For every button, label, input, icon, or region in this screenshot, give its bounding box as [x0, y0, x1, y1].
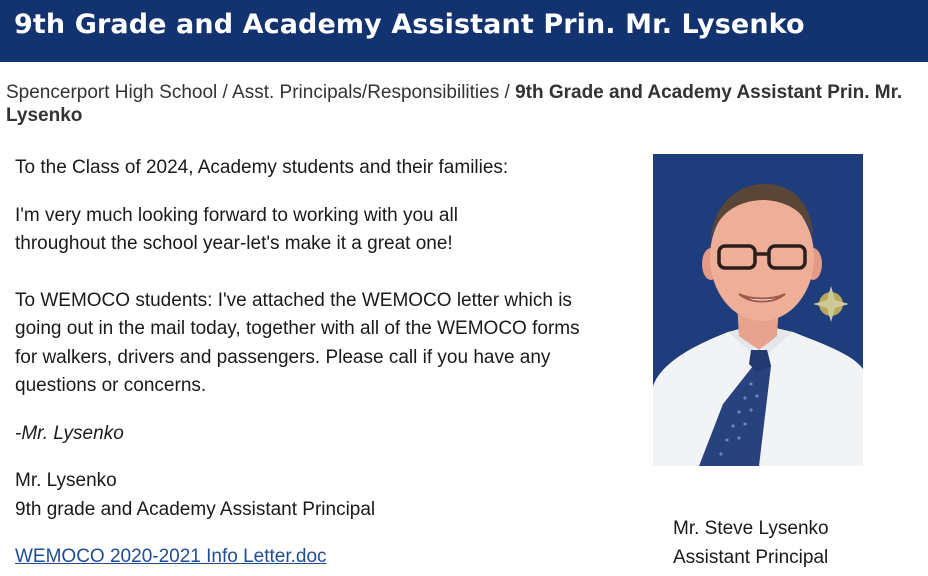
signature-block: Mr. Lysenko 9th grade and Academy Assist… — [15, 467, 615, 524]
page-header: 9th Grade and Academy Assistant Prin. Mr… — [0, 0, 928, 62]
attachment-link[interactable]: WEMOCO 2020-2021 Info Letter.doc — [15, 546, 327, 567]
breadcrumb-separator: / — [499, 82, 516, 103]
signoff-text: -Mr. Lysenko — [15, 422, 124, 444]
breadcrumb: Spencerport High School / Asst. Principa… — [6, 81, 921, 127]
breadcrumb-link-asst-principals[interactable]: Asst. Principals/Responsibilities — [232, 82, 499, 103]
portrait-illustration — [653, 154, 863, 466]
letter-content: To the Class of 2024, Academy students a… — [15, 154, 615, 572]
wemoco-paragraph: To WEMOCO students: I've attached the WE… — [15, 289, 580, 397]
caption-name: Mr. Steve Lysenko — [673, 518, 829, 539]
greeting-text: To the Class of 2024, Academy students a… — [15, 157, 509, 178]
signature-title: 9th grade and Academy Assistant Principa… — [15, 498, 376, 520]
welcome-paragraph: I'm very much looking forward to working… — [15, 204, 458, 255]
breadcrumb-separator: / — [217, 82, 233, 103]
staff-photo — [653, 154, 863, 466]
breadcrumb-link-high-school[interactable]: Spencerport High School — [6, 82, 217, 103]
photo-caption: Mr. Steve Lysenko Assistant Principal — [673, 515, 829, 572]
signature-name: Mr. Lysenko — [15, 470, 117, 491]
caption-title: Assistant Principal — [673, 546, 829, 568]
attachment-paragraph: WEMOCO 2020-2021 Info Letter.doc — [15, 543, 615, 572]
page-title: 9th Grade and Academy Assistant Prin. Mr… — [14, 9, 805, 40]
